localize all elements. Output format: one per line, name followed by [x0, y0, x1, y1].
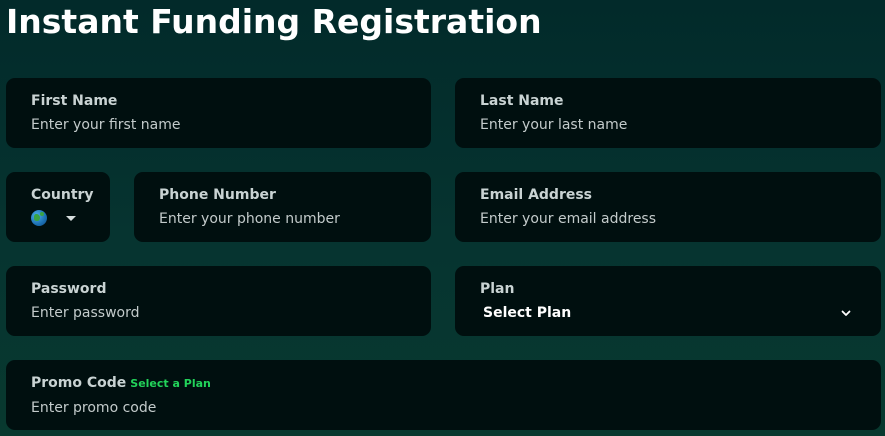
country-selector[interactable]	[31, 210, 110, 226]
phone-number-field[interactable]: Phone Number	[134, 172, 431, 242]
password-input[interactable]	[31, 304, 401, 322]
password-label: Password	[31, 281, 107, 297]
promo-code-hint: Select a Plan	[130, 377, 211, 390]
plan-label: Plan	[480, 281, 515, 297]
email-address-input[interactable]	[480, 210, 851, 228]
first-name-field[interactable]: First Name	[6, 78, 431, 148]
globe-icon	[31, 210, 47, 226]
country-field[interactable]: Country	[6, 172, 110, 242]
page-title: Instant Funding Registration	[6, 2, 542, 41]
email-address-field[interactable]: Email Address	[455, 172, 881, 242]
first-name-input[interactable]	[31, 116, 401, 134]
promo-code-label-row: Promo Code Select a Plan	[31, 374, 881, 393]
last-name-input[interactable]	[480, 116, 851, 134]
password-field[interactable]: Password	[6, 266, 431, 336]
country-label: Country	[31, 187, 94, 203]
last-name-label: Last Name	[480, 93, 564, 109]
chevron-down-icon[interactable]	[840, 307, 852, 319]
first-name-label: First Name	[31, 93, 118, 109]
caret-down-icon[interactable]	[66, 215, 76, 221]
promo-code-field[interactable]: Promo Code Select a Plan	[6, 360, 881, 430]
promo-code-label: Promo Code	[31, 375, 127, 391]
phone-number-input[interactable]	[159, 210, 401, 228]
last-name-field[interactable]: Last Name	[455, 78, 881, 148]
promo-code-input[interactable]	[31, 399, 851, 417]
plan-select[interactable]: Select Plan	[483, 304, 856, 322]
phone-number-label: Phone Number	[159, 187, 276, 203]
plan-selected-value: Select Plan	[483, 305, 572, 321]
email-address-label: Email Address	[480, 187, 593, 203]
plan-field[interactable]: Plan Select Plan	[455, 266, 881, 336]
